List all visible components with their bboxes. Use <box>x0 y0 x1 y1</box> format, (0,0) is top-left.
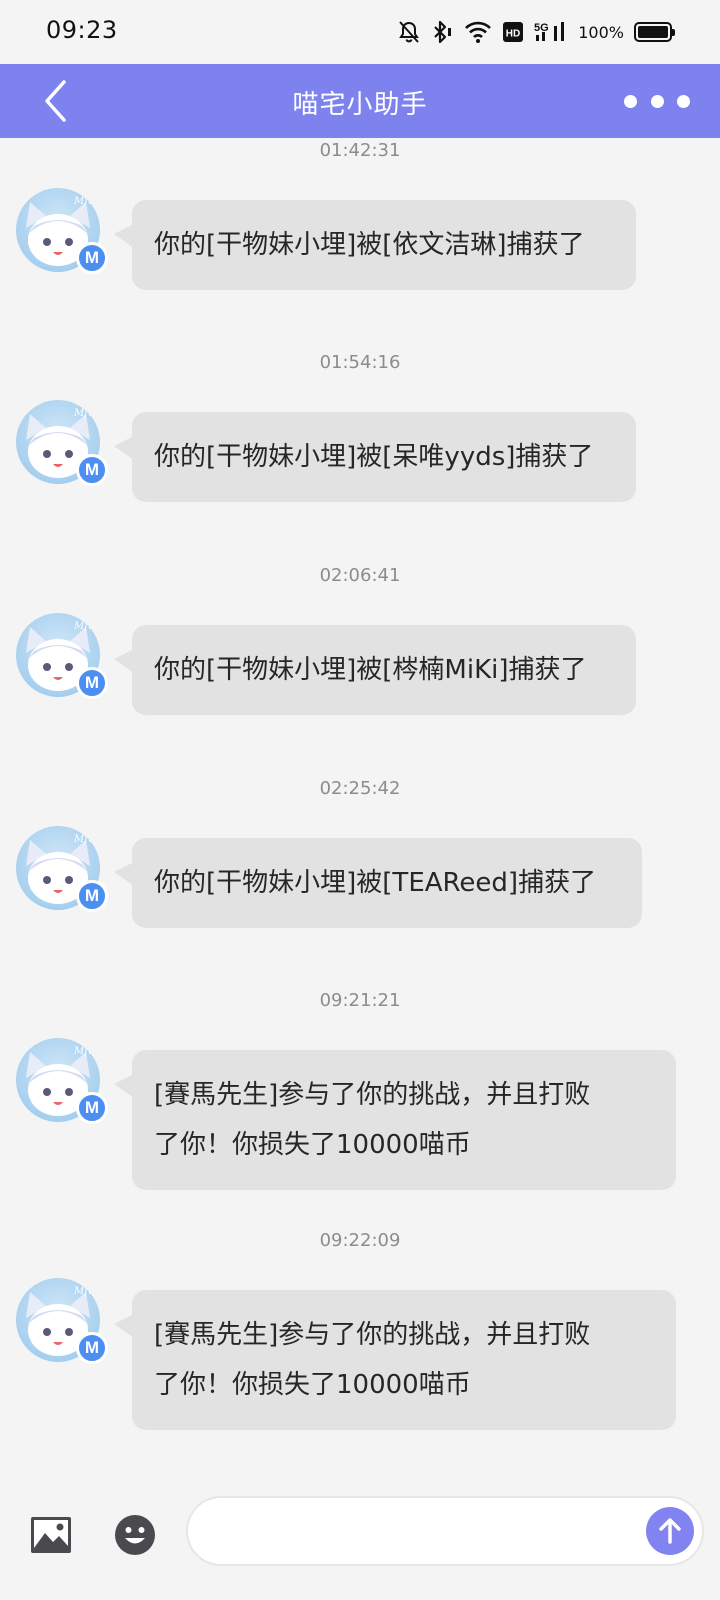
message-timestamp: 02:25:42 <box>319 778 401 799</box>
svg-text:Mfuns: Mfuns <box>73 621 100 632</box>
message-bubble[interactable]: 你的[干物妹小埋]被[梣楠MiKi]捕获了 <box>114 625 636 715</box>
status-bar: 09:23 HD 5G 100% <box>0 0 720 64</box>
more-dot <box>650 94 664 108</box>
message-timestamp: 09:21:21 <box>319 990 401 1011</box>
avatar-badge: M <box>76 880 108 912</box>
message-bubble[interactable]: 你的[干物妹小埋]被[依文洁琳]捕获了 <box>114 200 636 290</box>
message-bubble[interactable]: 你的[干物妹小埋]被[TEAReed]捕获了 <box>114 838 642 928</box>
battery-icon <box>634 22 675 42</box>
message-timestamp: 01:54:16 <box>319 352 401 373</box>
message-timestamp: 02:06:41 <box>319 565 401 586</box>
emoji-button[interactable] <box>114 1514 156 1556</box>
battery-percent: 100% <box>578 22 624 42</box>
avatar-badge: M <box>76 454 108 486</box>
page-title: 喵宅小助手 <box>292 90 428 120</box>
message-bubble[interactable]: [賽馬先生]参与了你的挑战，并且打败 了你！你损失了10000喵币 <box>114 1050 676 1190</box>
svg-text:Mfuns: Mfuns <box>73 1046 100 1057</box>
message-timestamp: 01:42:31 <box>319 140 401 161</box>
message-text: [賽馬先生]参与了你的挑战，并且打败 <box>154 1080 591 1110</box>
avatar-badge: M <box>76 1332 108 1364</box>
more-dot <box>677 94 690 108</box>
message-timestamp: 09:22:09 <box>319 1230 401 1251</box>
emoji-icon <box>115 1515 155 1555</box>
avatar[interactable]: Mfuns M <box>16 1038 108 1126</box>
mute-icon <box>399 21 420 43</box>
svg-text:Mfuns: Mfuns <box>73 1286 100 1297</box>
bluetooth-icon <box>434 20 452 44</box>
svg-text:Mfuns: Mfuns <box>73 408 100 419</box>
avatar[interactable]: Mfuns M <box>16 826 108 914</box>
message-text: 你的[干物妹小埋]被[TEAReed]捕获了 <box>154 868 597 898</box>
avatar[interactable]: Mfuns M <box>16 400 108 488</box>
message-input[interactable] <box>186 1496 704 1566</box>
avatar[interactable]: Mfuns M <box>16 188 108 276</box>
message-bubble[interactable]: 你的[干物妹小埋]被[呆唯yyds]捕获了 <box>114 412 636 502</box>
chat-list[interactable]: 01:42:31 Mfuns M 你的[干物妹小埋]被[依文洁琳]捕获了 01:… <box>0 138 720 1490</box>
hd-icon: HD <box>503 22 524 42</box>
more-button[interactable] <box>624 86 690 116</box>
5g-signal-icon: 5G <box>534 22 565 41</box>
avatar[interactable]: Mfuns M <box>16 613 108 701</box>
arrow-up-icon <box>659 1518 681 1544</box>
message-bubble[interactable]: [賽馬先生]参与了你的挑战，并且打败 了你！你损失了10000喵币 <box>114 1290 676 1430</box>
message-text: 了你！你损失了10000喵币 <box>154 1130 471 1160</box>
avatar-badge: M <box>76 1092 108 1124</box>
svg-text:Mfuns: Mfuns <box>73 196 100 207</box>
avatar-badge: M <box>76 242 108 274</box>
send-button[interactable] <box>646 1507 694 1555</box>
svg-text:5G: 5G <box>534 22 549 34</box>
wifi-icon <box>465 21 492 43</box>
message-text: 了你！你损失了10000喵币 <box>154 1370 471 1400</box>
message-text: 你的[干物妹小埋]被[依文洁琳]捕获了 <box>154 230 585 260</box>
svg-text:HD: HD <box>506 29 520 40</box>
image-icon <box>31 1517 71 1553</box>
image-button[interactable] <box>30 1516 72 1554</box>
status-time: 09:23 <box>46 16 118 44</box>
more-dot <box>624 94 637 108</box>
input-bar <box>0 1490 720 1600</box>
message-text: 你的[干物妹小埋]被[呆唯yyds]捕获了 <box>154 442 594 472</box>
avatar-badge: M <box>76 667 108 699</box>
svg-text:Mfuns: Mfuns <box>73 834 100 845</box>
status-icons: HD 5G 100% <box>398 18 675 46</box>
message-text: [賽馬先生]参与了你的挑战，并且打败 <box>154 1320 591 1350</box>
nav-bar: 喵宅小助手 <box>0 64 720 138</box>
message-text: 你的[干物妹小埋]被[梣楠MiKi]捕获了 <box>154 655 587 685</box>
avatar[interactable]: Mfuns M <box>16 1278 108 1366</box>
